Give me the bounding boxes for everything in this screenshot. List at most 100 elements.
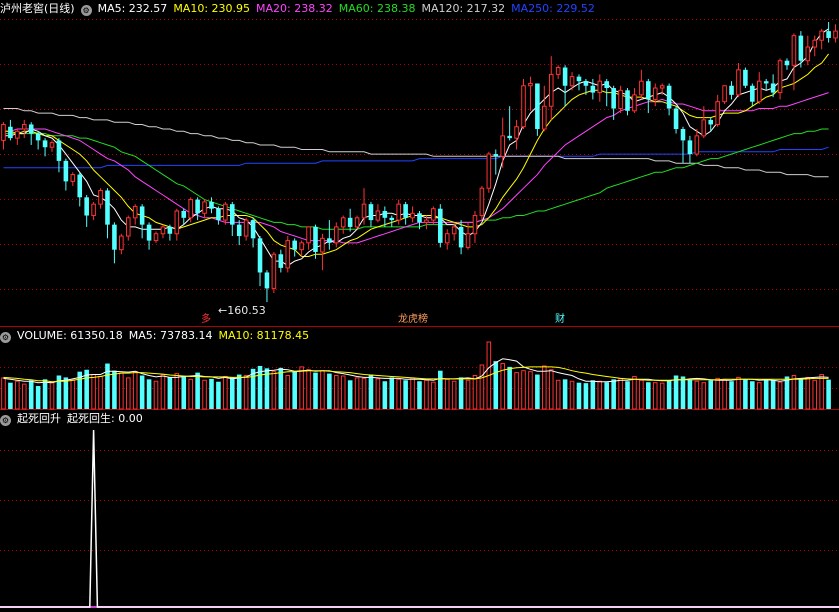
candle[interactable] xyxy=(181,210,187,218)
candle[interactable] xyxy=(153,233,159,242)
candle[interactable] xyxy=(736,69,741,96)
candle[interactable] xyxy=(458,226,464,248)
candle[interactable] xyxy=(722,85,727,103)
volume-bar[interactable] xyxy=(729,381,734,409)
volume-bar[interactable] xyxy=(812,379,818,410)
candle[interactable] xyxy=(292,240,297,250)
candle[interactable] xyxy=(327,238,332,243)
candle[interactable] xyxy=(15,130,20,139)
candle[interactable] xyxy=(243,219,249,237)
candle[interactable] xyxy=(632,94,637,112)
volume-bar[interactable] xyxy=(292,371,297,409)
volume-bar[interactable] xyxy=(659,382,665,410)
candle[interactable] xyxy=(347,217,353,227)
volume-bar[interactable] xyxy=(680,376,686,409)
volume-bar[interactable] xyxy=(472,375,478,410)
volume-bar[interactable] xyxy=(146,379,152,409)
volume-bar[interactable] xyxy=(105,363,110,409)
candle[interactable] xyxy=(611,88,616,109)
candle[interactable] xyxy=(229,204,235,225)
candle[interactable] xyxy=(70,174,76,182)
volume-bar[interactable] xyxy=(819,374,824,410)
candle[interactable] xyxy=(569,76,575,87)
volume-bar[interactable] xyxy=(28,380,34,409)
volume-bar[interactable] xyxy=(8,382,13,409)
volume-bar[interactable] xyxy=(368,374,374,409)
volume-bar[interactable] xyxy=(98,375,103,410)
candle[interactable] xyxy=(431,208,436,221)
candle[interactable] xyxy=(805,46,811,62)
volume-bar[interactable] xyxy=(444,378,450,410)
volume-bar[interactable] xyxy=(410,377,415,410)
candle[interactable] xyxy=(528,82,533,87)
candle[interactable] xyxy=(98,189,103,205)
candle[interactable] xyxy=(652,87,658,100)
volume-bar[interactable] xyxy=(548,369,554,410)
event-marker-1[interactable]: 多 xyxy=(201,313,211,326)
candle[interactable] xyxy=(132,205,138,219)
volume-bar[interactable] xyxy=(306,369,311,410)
volume-bar[interactable] xyxy=(49,382,55,410)
candle[interactable] xyxy=(21,123,27,130)
candle[interactable] xyxy=(340,217,346,228)
volume-bar[interactable] xyxy=(209,378,214,409)
candle[interactable] xyxy=(597,80,603,94)
volume-bar[interactable] xyxy=(271,371,277,410)
volume-bar[interactable] xyxy=(743,379,748,409)
candle[interactable] xyxy=(320,237,325,253)
volume-bar[interactable] xyxy=(507,366,512,409)
candle[interactable] xyxy=(257,238,263,273)
volume-bar[interactable] xyxy=(153,380,159,410)
candle[interactable] xyxy=(770,83,776,93)
volume-bar[interactable] xyxy=(424,379,429,410)
candle[interactable] xyxy=(438,208,443,243)
volume-bar[interactable] xyxy=(652,382,658,410)
gear-icon[interactable]: ⚙ xyxy=(0,415,11,426)
candle[interactable] xyxy=(174,210,180,235)
volume-bar[interactable] xyxy=(299,366,304,410)
candle[interactable] xyxy=(542,105,547,130)
volume-bar[interactable] xyxy=(514,372,519,410)
volume-bar[interactable] xyxy=(347,380,353,409)
volume-bar[interactable] xyxy=(320,370,325,410)
volume-bar[interactable] xyxy=(229,377,235,409)
volume-bar[interactable] xyxy=(438,370,443,409)
volume-bar[interactable] xyxy=(597,380,603,410)
volume-bar[interactable] xyxy=(756,382,762,410)
candle[interactable] xyxy=(694,135,700,155)
volume-bar[interactable] xyxy=(403,380,408,409)
candle[interactable] xyxy=(410,212,415,219)
volume-bar[interactable] xyxy=(42,379,48,409)
candle[interactable] xyxy=(486,153,492,189)
candle[interactable] xyxy=(8,126,13,139)
candle[interactable] xyxy=(278,254,284,268)
candle[interactable] xyxy=(479,187,485,217)
candle[interactable] xyxy=(202,201,207,214)
event-marker-3[interactable]: 财 xyxy=(555,313,565,326)
candle[interactable] xyxy=(444,233,450,244)
volume-bar[interactable] xyxy=(223,375,228,410)
volume-bar[interactable] xyxy=(361,377,367,410)
candle[interactable] xyxy=(91,203,96,217)
candle[interactable] xyxy=(167,226,173,234)
volume-bar[interactable] xyxy=(285,375,291,410)
volume-bar[interactable] xyxy=(632,375,637,410)
volume-bar[interactable] xyxy=(736,376,741,410)
volume-bar[interactable] xyxy=(396,378,401,410)
candle[interactable] xyxy=(84,197,89,216)
candle[interactable] xyxy=(562,67,568,86)
candle[interactable] xyxy=(264,272,270,289)
volume-bar[interactable] xyxy=(555,379,561,410)
candle[interactable] xyxy=(812,39,818,48)
candle[interactable] xyxy=(160,226,166,235)
volume-bar[interactable] xyxy=(431,381,436,410)
event-marker-2[interactable]: 龙虎榜 xyxy=(398,313,428,326)
candle[interactable] xyxy=(576,76,582,82)
candle[interactable] xyxy=(604,81,610,89)
chart-canvas[interactable] xyxy=(0,0,839,612)
candle[interactable] xyxy=(548,73,554,107)
volume-bar[interactable] xyxy=(715,377,720,410)
volume-bar[interactable] xyxy=(188,378,193,410)
volume-bar[interactable] xyxy=(278,367,284,409)
volume-bar[interactable] xyxy=(15,380,20,410)
